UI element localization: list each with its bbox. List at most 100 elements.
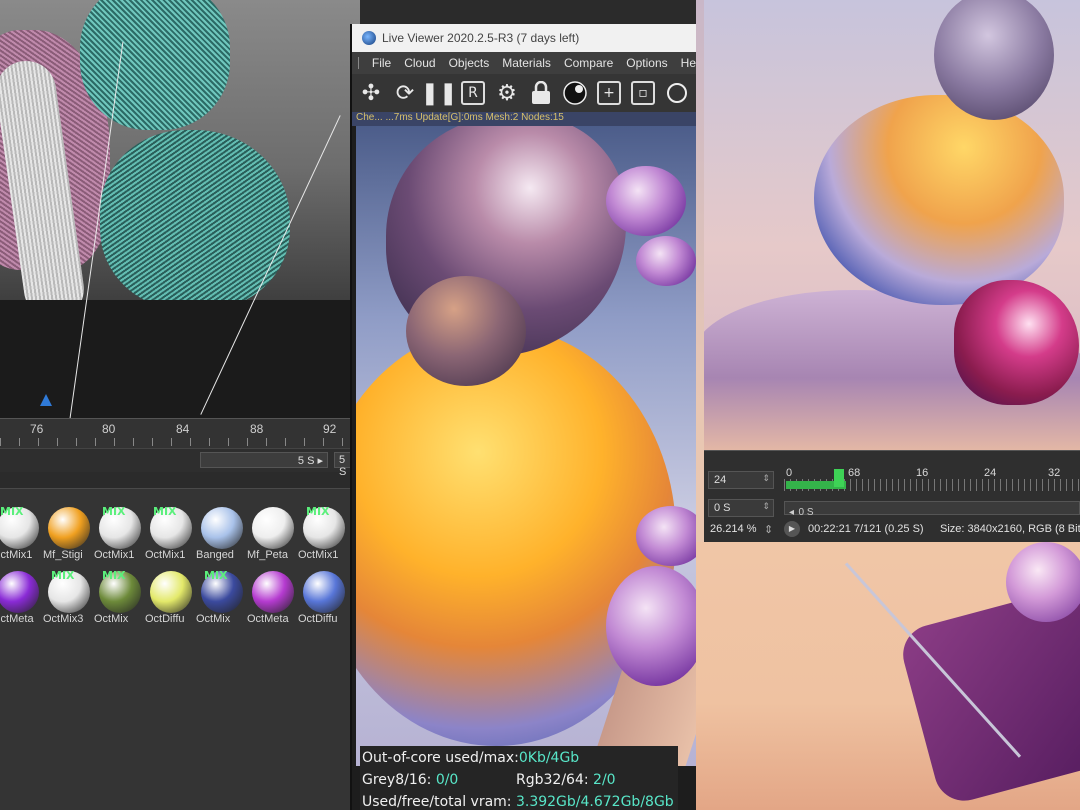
live-viewer-toolbar: ✣ ⟳ ❚❚ R ⚙ + ▫ [352, 74, 696, 112]
time-field[interactable]: 0 S ⇕ [708, 499, 774, 517]
material-tile[interactable]: Mf_Peta [247, 505, 296, 565]
flower-render [636, 236, 696, 286]
grip-handle-icon[interactable] [358, 57, 359, 69]
zoom-spin-icon[interactable]: ⇕ [764, 523, 773, 536]
ruler-number: 76 [30, 422, 44, 436]
lower-render-area [696, 542, 1080, 810]
spin-arrow-icon[interactable]: ▸ [317, 455, 323, 467]
menu-file[interactable]: File [372, 56, 391, 70]
ruler-number: 16 [916, 467, 929, 479]
timeline-ruler[interactable]: 76 80 84 88 92 [0, 418, 360, 448]
zoom-value[interactable]: 26.214 % [710, 523, 756, 535]
material-tile[interactable]: MIX OctMix [94, 569, 143, 629]
region-render-icon[interactable]: R [458, 78, 488, 108]
material-manager: MIX OctMix1 Mf_Stigi MIX OctMix1 MIX OctMix1 Ba… [0, 488, 360, 810]
mix-badge: MIX [306, 505, 330, 518]
material-tile[interactable]: MIX OctMix1 [298, 505, 347, 565]
material-preview-icon [149, 571, 192, 613]
material-label: Mf_Stigi [43, 549, 83, 561]
live-viewer-titlebar[interactable]: Live Viewer 2020.2.5-R3 (7 days left) [352, 24, 696, 52]
tools-icon[interactable]: ✣ [356, 78, 386, 108]
ooc-value: 0Kb/4Gb [518, 750, 580, 766]
rgb-value: 2/0 [593, 772, 616, 788]
material-row: OctMeta MIX OctMix3 MIX OctMix OctDiffu MIX Oct… [0, 569, 347, 629]
spin-arrow-icon[interactable]: ⇕ [762, 501, 770, 512]
viewport-floor [0, 300, 360, 420]
material-tile[interactable]: MIX OctMix1 [145, 505, 194, 565]
add-icon[interactable]: + [594, 78, 624, 108]
ruler-number: 88 [250, 422, 264, 436]
material-ball-icon[interactable] [560, 78, 590, 108]
material-tile[interactable]: OctDiffu [298, 569, 347, 629]
time-slider[interactable]: ◂ 0 S [784, 501, 1080, 518]
material-label: OctMix1 [298, 549, 339, 561]
material-tile[interactable]: MIX OctMix [196, 569, 245, 629]
refresh-icon[interactable]: ⟳ [390, 78, 420, 108]
material-tile[interactable]: OctDiffu [145, 569, 194, 629]
live-viewer-window: Live Viewer 2020.2.5-R3 (7 days left) Fi… [350, 24, 696, 810]
cinema4d-viewport[interactable] [0, 0, 360, 420]
material-label: OctMix1 [94, 549, 135, 561]
mix-badge: MIX [153, 505, 177, 518]
menu-help[interactable]: He [681, 56, 696, 70]
extra-icon[interactable] [662, 78, 692, 108]
material-tile[interactable]: OctMeta [0, 569, 41, 629]
frame-field[interactable]: 24 ⇕ [708, 471, 774, 489]
material-label: Mf_Peta [247, 549, 288, 561]
picture-viewer-timeline: 24 ⇕ 0 S ⇕ 0 68 16 24 32 ◂ 0 S 26.214 % ⇕ … [704, 450, 1080, 542]
material-tile[interactable]: MIX OctMix1 [94, 505, 143, 565]
time-value: 0 S [714, 502, 731, 514]
playhead-number: 68 [848, 467, 861, 479]
out-of-core-row: Out-of-core used/max:0Kb/4Gb [362, 750, 579, 766]
material-tile[interactable]: OctMeta [247, 569, 296, 629]
render-status-line: Che... ...7ms Update[G]:0ms Mesh:2 Nodes… [352, 112, 696, 126]
menu-compare[interactable]: Compare [564, 56, 613, 70]
live-render-preview[interactable] [356, 126, 696, 766]
material-label: OctMix1 [0, 549, 33, 561]
ruler-number: 24 [984, 467, 997, 479]
flower-render [606, 166, 686, 236]
mix-badge: MIX [51, 569, 75, 582]
mix-badge: MIX [102, 569, 126, 582]
pause-icon[interactable]: ❚❚ [421, 78, 458, 108]
settings-gear-icon[interactable]: ⚙ [492, 78, 522, 108]
material-tile[interactable]: Mf_Stigi [43, 505, 92, 565]
grey-value: 0/0 [435, 772, 459, 788]
picture-viewer-render[interactable] [704, 0, 1080, 450]
material-label: Banged [196, 549, 234, 561]
time-controls: 5 S ▸ 5 S [0, 448, 360, 478]
material-tile[interactable]: MIX OctMix1 [0, 505, 41, 565]
end-time-field[interactable]: 5 S ▸ [200, 452, 328, 468]
spin-arrow-icon[interactable]: ⇕ [762, 473, 770, 484]
axis-marker-icon [40, 394, 52, 406]
playhead-handle[interactable] [834, 469, 844, 487]
play-button[interactable]: ▶ [784, 521, 800, 537]
material-preview-icon [0, 571, 39, 613]
frame-value: 24 [714, 474, 727, 486]
export-icon[interactable]: ▫ [628, 78, 658, 108]
material-label: OctDiffu [298, 613, 338, 625]
menu-cloud[interactable]: Cloud [404, 56, 435, 70]
vram-value: 3.392Gb/4.672Gb/8Gb [515, 794, 674, 810]
window-title: Live Viewer 2020.2.5-R3 (7 days left) [382, 31, 580, 45]
grey-row: Grey8/16: 0/0 [362, 772, 458, 788]
timecode-info: 00:22:21 7/121 (0.25 S) [808, 523, 924, 535]
ruler-number: 80 [102, 422, 116, 436]
max-time-value: 5 S [339, 454, 347, 478]
material-row: MIX OctMix1 Mf_Stigi MIX OctMix1 MIX OctMix1 Ba… [0, 505, 347, 565]
ruler-number: 32 [1048, 467, 1061, 479]
material-label: OctMix1 [145, 549, 186, 561]
menu-objects[interactable]: Objects [449, 56, 490, 70]
material-tile[interactable]: MIX OctMix3 [43, 569, 92, 629]
menu-materials[interactable]: Materials [502, 56, 551, 70]
material-preview-icon [251, 571, 294, 613]
image-size-info: Size: 3840x2160, RGB (8 Bit), 2 [940, 523, 1080, 535]
material-preview-icon [251, 507, 294, 549]
ruler-ticks [0, 438, 360, 446]
ooc-label: Out-of-core used/max: [362, 750, 519, 766]
ruler-number: 84 [176, 422, 190, 436]
material-tile[interactable]: Banged [196, 505, 245, 565]
lock-icon[interactable] [526, 78, 556, 108]
menu-options[interactable]: Options [626, 56, 667, 70]
blob-lower-render [406, 276, 526, 386]
